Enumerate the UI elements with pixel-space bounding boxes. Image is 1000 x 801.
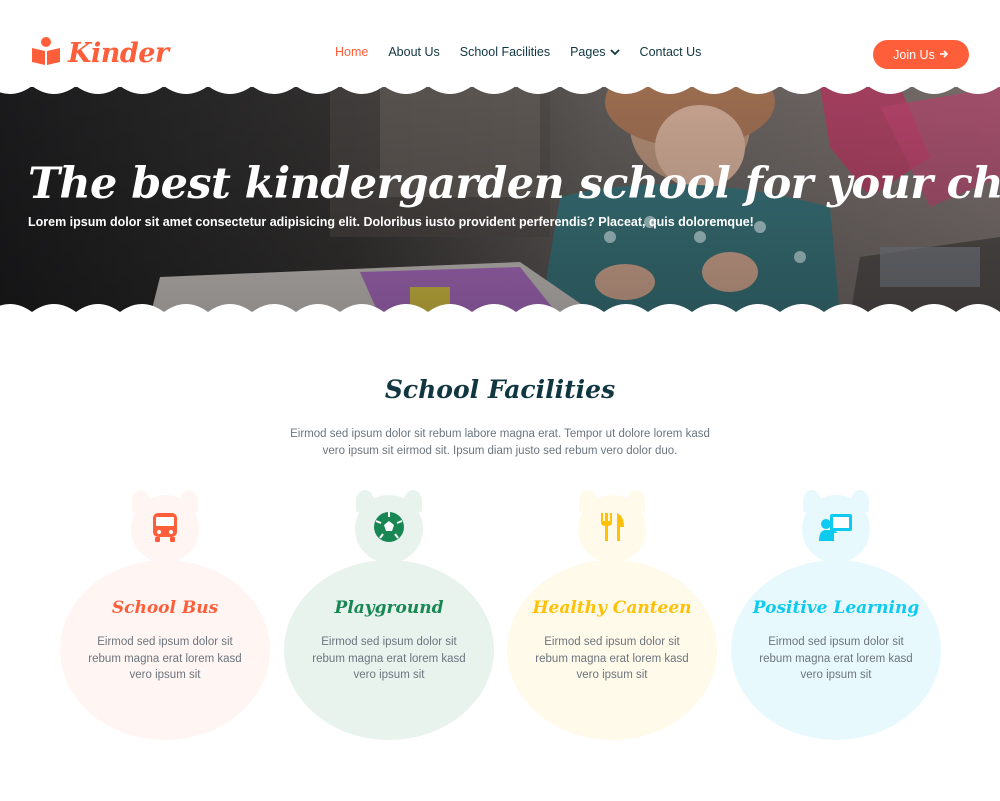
- chalkboard-teacher-icon: [818, 512, 854, 547]
- hero-banner: The best kindergarden school for your ch…: [0, 87, 1000, 317]
- card-text: Eirmod sed ipsum dolor sit rebum magna e…: [535, 636, 689, 681]
- brand-logo[interactable]: Kinder: [30, 36, 169, 71]
- chevron-down-icon: [609, 45, 620, 59]
- book-reader-icon: [30, 36, 62, 71]
- hero-subtitle: Lorem ipsum dolor sit amet consectetur a…: [28, 215, 754, 229]
- join-us-label: Join Us: [893, 47, 935, 62]
- card-text: Eirmod sed ipsum dolor sit rebum magna e…: [759, 636, 913, 681]
- bus-icon: [150, 511, 180, 548]
- facility-card-positive-learning: Positive Learning Eirmod sed ipsum dolor…: [731, 490, 941, 745]
- arrow-right-icon: [939, 48, 949, 62]
- card-icon-head: [578, 495, 646, 563]
- soccer-ball-icon: [373, 511, 405, 548]
- card-title: Playground: [334, 598, 444, 618]
- hero-title: The best kindergarden school for your ch…: [28, 159, 1000, 209]
- facility-card-healthy-canteen: Healthy Canteen Eirmod sed ipsum dolor s…: [507, 490, 717, 745]
- card-title: School Bus: [111, 598, 219, 618]
- brand-name: Kinder: [68, 38, 169, 69]
- nav-contact-us[interactable]: Contact Us: [640, 45, 702, 59]
- scallop-top-divider: [0, 80, 1000, 94]
- utensils-icon: [597, 511, 627, 548]
- card-icon-head: [802, 495, 870, 563]
- nav-pages-label: Pages: [570, 45, 606, 59]
- facility-card-school-bus: School Bus Eirmod sed ipsum dolor sit re…: [60, 490, 270, 745]
- card-title: Positive Learning: [752, 598, 920, 618]
- card-text: Eirmod sed ipsum dolor sit rebum magna e…: [312, 636, 466, 681]
- navbar: Kinder Home About Us School Facilities P…: [0, 0, 1000, 90]
- main-nav: Home About Us School Facilities Pages Co…: [335, 45, 721, 59]
- scallop-bottom-divider: [0, 304, 1000, 318]
- card-icon-head: [355, 495, 423, 563]
- nav-pages-dropdown[interactable]: Pages: [570, 45, 620, 59]
- nav-school-facilities[interactable]: School Facilities: [460, 45, 550, 59]
- nav-home[interactable]: Home: [335, 45, 368, 59]
- nav-about-us[interactable]: About Us: [388, 45, 439, 59]
- card-icon-head: [131, 495, 199, 563]
- card-text: Eirmod sed ipsum dolor sit rebum magna e…: [88, 636, 242, 681]
- join-us-button[interactable]: Join Us: [873, 40, 969, 69]
- facility-card-playground: Playground Eirmod sed ipsum dolor sit re…: [284, 490, 494, 745]
- facilities-description: Eirmod sed ipsum dolor sit rebum labore …: [290, 428, 710, 457]
- facilities-title: School Facilities: [384, 375, 616, 404]
- card-title: Healthy Canteen: [532, 598, 692, 618]
